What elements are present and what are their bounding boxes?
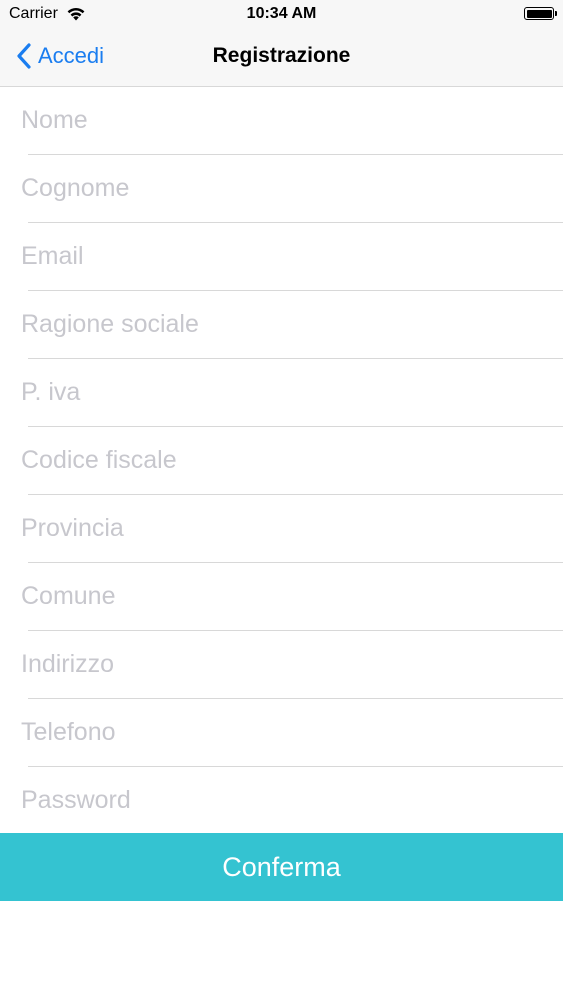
codice-fiscale-input[interactable] xyxy=(0,427,563,494)
indirizzo-input[interactable] xyxy=(0,631,563,698)
password-input[interactable] xyxy=(0,767,563,834)
field-email xyxy=(0,223,563,291)
battery-icon xyxy=(524,7,557,20)
navigation-bar: Accedi Registrazione xyxy=(0,30,563,87)
field-p-iva xyxy=(0,359,563,427)
field-telefono xyxy=(0,699,563,767)
field-password xyxy=(0,767,563,835)
field-ragione-sociale xyxy=(0,291,563,359)
ragione-sociale-input[interactable] xyxy=(0,291,563,358)
p-iva-input[interactable] xyxy=(0,359,563,426)
telefono-input[interactable] xyxy=(0,699,563,766)
email-input[interactable] xyxy=(0,223,563,290)
status-bar: Carrier 10:34 AM xyxy=(0,0,563,30)
confirm-button[interactable]: Conferma xyxy=(0,833,563,901)
field-codice-fiscale xyxy=(0,427,563,495)
registration-form xyxy=(0,87,563,835)
status-time: 10:34 AM xyxy=(246,5,317,22)
comune-input[interactable] xyxy=(0,563,563,630)
battery-level-fill xyxy=(526,9,552,18)
field-indirizzo xyxy=(0,631,563,699)
page-title: Registrazione xyxy=(212,44,351,67)
nome-input[interactable] xyxy=(0,87,563,154)
field-comune xyxy=(0,563,563,631)
cognome-input[interactable] xyxy=(0,155,563,222)
field-nome xyxy=(0,87,563,155)
field-cognome xyxy=(0,155,563,223)
provincia-input[interactable] xyxy=(0,495,563,562)
field-provincia xyxy=(0,495,563,563)
